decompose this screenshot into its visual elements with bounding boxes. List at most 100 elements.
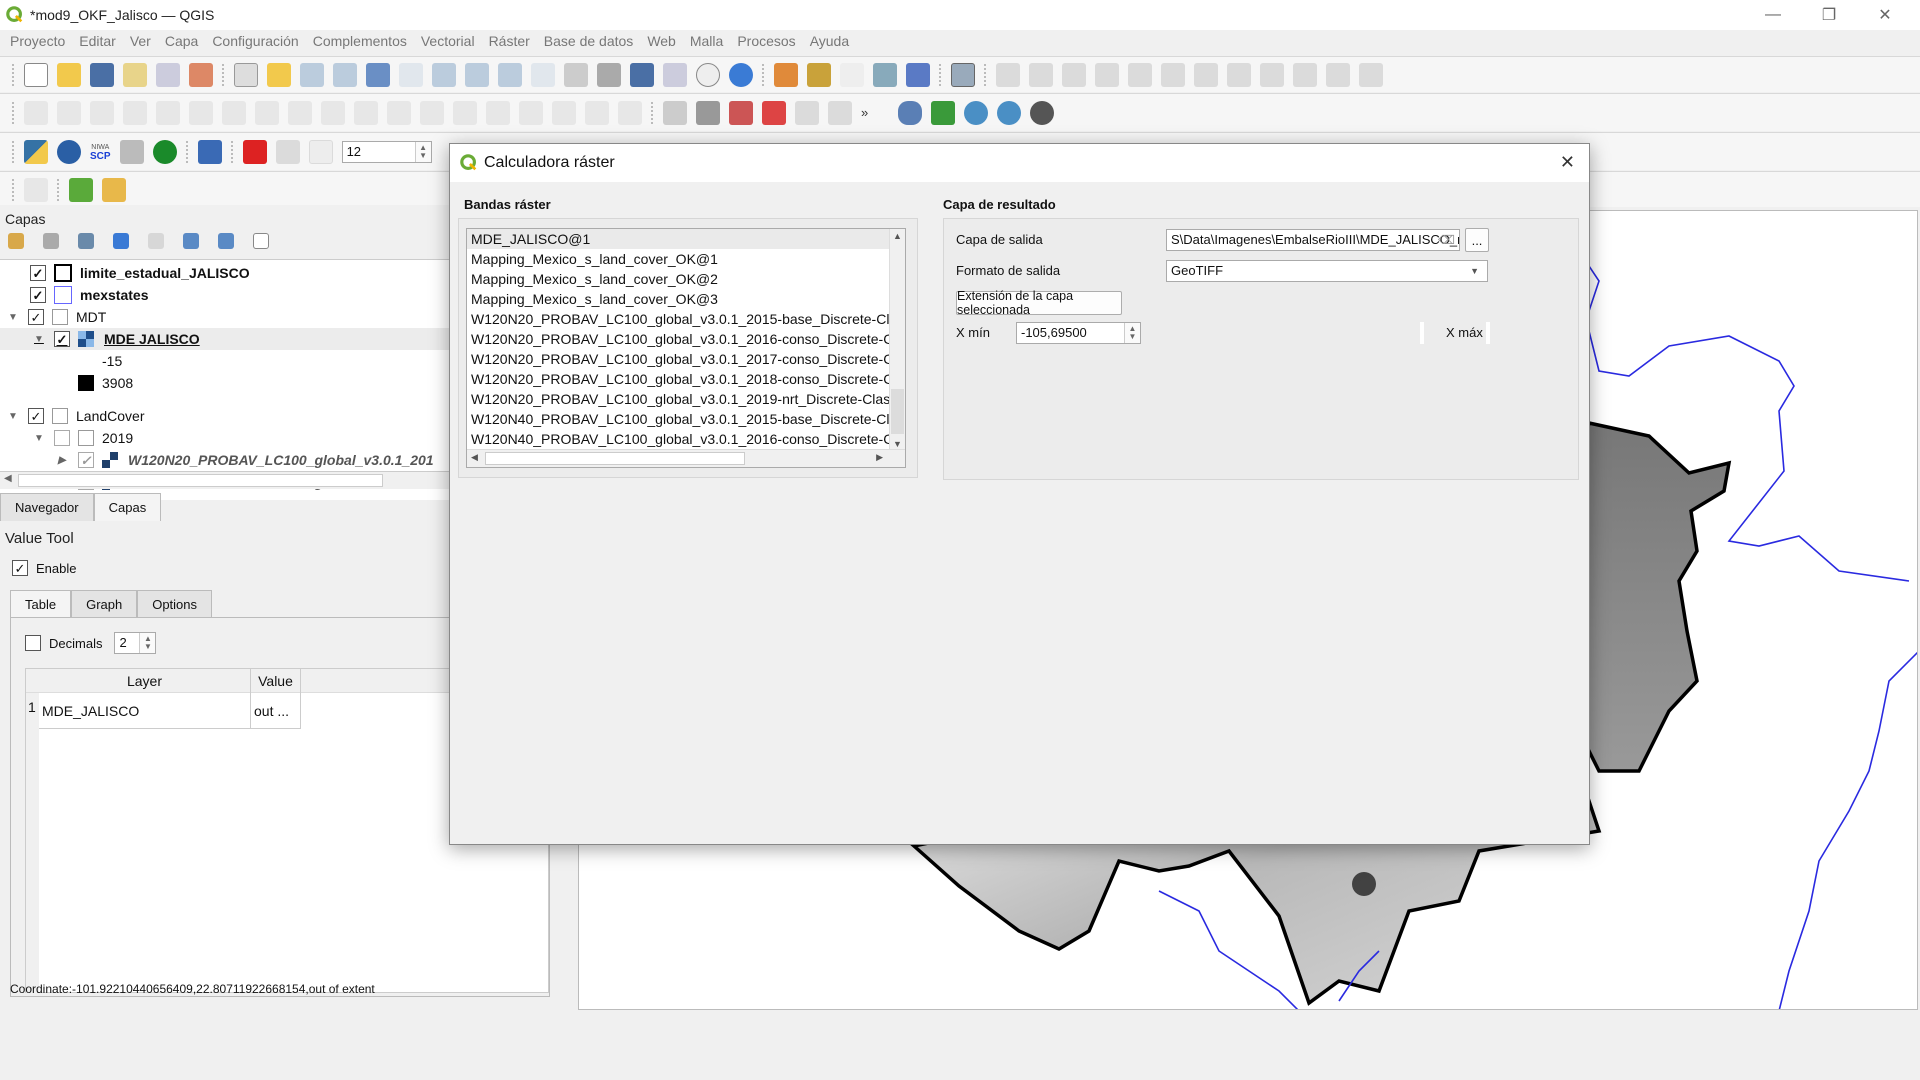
scrollbar-thumb[interactable] (891, 389, 904, 434)
new-geopackage-layer-icon[interactable] (774, 62, 798, 87)
split-parts-icon[interactable] (519, 100, 543, 125)
clear-input-icon[interactable]: ⌫ (1438, 230, 1455, 250)
band-item[interactable]: W120N20_PROBAV_LC100_global_v3.0.1_2019-… (467, 389, 892, 409)
new-3d-map-view-icon[interactable] (597, 62, 621, 87)
toolbar-grip[interactable] (651, 101, 655, 124)
menu-base-de-datos[interactable]: Base de datos (544, 33, 634, 49)
snapping-tolerance-input[interactable]: 12 ▲ ▼ (341, 140, 432, 163)
band-item[interactable]: Mapping_Mexico_s_land_cover_OK@3 (467, 289, 892, 309)
expand-arrow-icon[interactable]: ▶ (58, 455, 68, 466)
toolbar-grip[interactable] (12, 101, 16, 124)
zoom-full-icon[interactable] (366, 62, 390, 87)
scroll-down-icon[interactable]: ▼ (893, 439, 902, 449)
copy-features-icon[interactable] (1260, 62, 1284, 87)
triangle-tool-icon[interactable] (931, 100, 956, 125)
label-rotate-icon[interactable] (828, 100, 852, 125)
new-project-icon[interactable] (24, 62, 48, 87)
vertex-tool-icon[interactable] (1128, 62, 1152, 87)
scroll-left-icon[interactable]: ◀ (471, 452, 478, 463)
xmin-spinbox[interactable]: -105,69500 ▲ ▼ (1016, 322, 1141, 344)
pan-to-selection-icon[interactable] (267, 62, 291, 87)
circular-string-icon[interactable] (24, 100, 48, 125)
simplify-feature-icon[interactable] (156, 100, 180, 125)
add-feature-icon[interactable] (1095, 62, 1119, 87)
georeferencer-icon[interactable] (57, 139, 81, 164)
decimals-spinbox[interactable]: 2 ▲ ▼ (114, 632, 157, 654)
close-window-button[interactable]: ✕ (1862, 0, 1908, 30)
toolbar-grip[interactable] (984, 63, 988, 86)
snapping-vertex-icon[interactable] (275, 139, 300, 164)
remove-layer-icon[interactable] (253, 233, 269, 249)
menu-ver[interactable]: Ver (130, 33, 151, 49)
add-group-icon[interactable] (43, 233, 59, 249)
layout-manager-icon[interactable] (156, 62, 180, 87)
layer-visibility-checkbox[interactable]: ✓ (54, 331, 70, 347)
help-icon[interactable] (197, 139, 222, 164)
layer-group-mdt[interactable]: ▼ ✓ MDT (8, 306, 106, 328)
collapse-arrow-icon[interactable]: ▼ (8, 411, 18, 422)
locate-search-icon[interactable] (69, 177, 93, 202)
trim-extend-icon[interactable] (453, 100, 477, 125)
zoom-native-resolution-icon[interactable] (465, 62, 489, 87)
wcs-icon[interactable] (1030, 100, 1055, 125)
delete-selected-icon[interactable] (1194, 62, 1218, 87)
expand-all-icon[interactable] (183, 233, 199, 249)
offset-curve-icon[interactable] (387, 100, 411, 125)
menu-raster[interactable]: Ráster (489, 33, 530, 49)
more-tools-icon[interactable]: » (861, 105, 868, 120)
new-memory-layer-icon[interactable] (906, 62, 930, 87)
bands-hscrollbar[interactable]: ◀ ▶ (467, 449, 905, 467)
digitize-icon[interactable] (951, 62, 975, 87)
scroll-left-icon[interactable]: ◀ (4, 473, 12, 484)
toolbar-grip[interactable] (12, 178, 16, 201)
undo-icon[interactable] (1326, 62, 1350, 87)
map-edit-plugin-icon[interactable] (102, 177, 126, 202)
band-item[interactable]: W120N20_PROBAV_LC100_global_v3.0.1_2018-… (467, 369, 892, 389)
tab-options[interactable]: Options (137, 590, 213, 618)
band-item[interactable]: W120N20_PROBAV_LC100_global_v3.0.1_2017-… (467, 349, 892, 369)
band-item[interactable]: W120N40_PROBAV_LC100_global_v3.0.1_2016-… (467, 429, 892, 449)
band-item[interactable]: W120N20_PROBAV_LC100_global_v3.0.1_2015-… (467, 309, 892, 329)
decimals-checkbox[interactable] (25, 635, 41, 651)
label-abc-icon[interactable] (663, 100, 687, 125)
rotate-point-symbols-icon[interactable] (618, 100, 642, 125)
layer-visibility-checkbox[interactable]: ✓ (28, 309, 44, 325)
enable-checkbox[interactable]: ✓ (12, 560, 28, 576)
toolbar-grip[interactable] (939, 63, 943, 86)
paste-features-icon[interactable] (1293, 62, 1317, 87)
band-item[interactable]: MDE_JALISCO@1 (467, 229, 892, 249)
temporal-controller-icon[interactable] (696, 62, 720, 87)
label-highlight-icon[interactable] (729, 100, 753, 125)
save-edits-icon[interactable] (1062, 62, 1086, 87)
new-spatialite-layer-icon[interactable] (807, 62, 831, 87)
rotate-feature-icon[interactable] (123, 100, 147, 125)
spinner-arrows-icon[interactable]: ▲ ▼ (139, 633, 156, 653)
new-temporary-layer-icon[interactable] (873, 62, 897, 87)
minimize-button[interactable]: — (1750, 0, 1796, 30)
zoom-in-icon[interactable] (300, 62, 324, 87)
redo-icon[interactable] (1359, 62, 1383, 87)
menu-complementos[interactable]: Complementos (313, 33, 407, 49)
zoom-next-icon[interactable] (531, 62, 555, 87)
band-item[interactable]: W120N20_PROBAV_LC100_global_v3.0.1_2016-… (467, 329, 892, 349)
open-project-icon[interactable] (57, 62, 81, 87)
add-part-icon[interactable] (222, 100, 246, 125)
layer-item-w120n20[interactable]: ▶ ✓ W120N20_PROBAV_LC100_global_v3.0.1_2… (58, 449, 434, 471)
zoom-out-icon[interactable] (333, 62, 357, 87)
band-item[interactable]: Mapping_Mexico_s_land_cover_OK@2 (467, 269, 892, 289)
label-move-icon[interactable] (795, 100, 819, 125)
menu-vectorial[interactable]: Vectorial (421, 33, 475, 49)
advanced-digitizing-icon[interactable] (57, 100, 81, 125)
bands-vscrollbar[interactable]: ▲ ▼ (889, 229, 905, 451)
collapse-all-icon[interactable] (218, 233, 234, 249)
layer-visibility-checkbox[interactable]: ✓ (30, 287, 46, 303)
output-format-select[interactable]: GeoTIFF ▼ (1166, 260, 1488, 282)
layer-item-limite-estadual[interactable]: ✓ limite_estadual_JALISCO (30, 262, 250, 284)
scp-plugin-icon[interactable]: NIWA SCP (90, 143, 111, 162)
reverse-line-icon[interactable] (420, 100, 444, 125)
collapse-arrow-icon[interactable]: ▼ (34, 433, 44, 444)
band-item[interactable]: Mapping_Mexico_s_land_cover_OK@1 (467, 249, 892, 269)
dialog-close-button[interactable]: ✕ (1560, 152, 1575, 173)
tab-graph[interactable]: Graph (71, 590, 138, 618)
toggle-editing-icon[interactable] (1029, 62, 1053, 87)
